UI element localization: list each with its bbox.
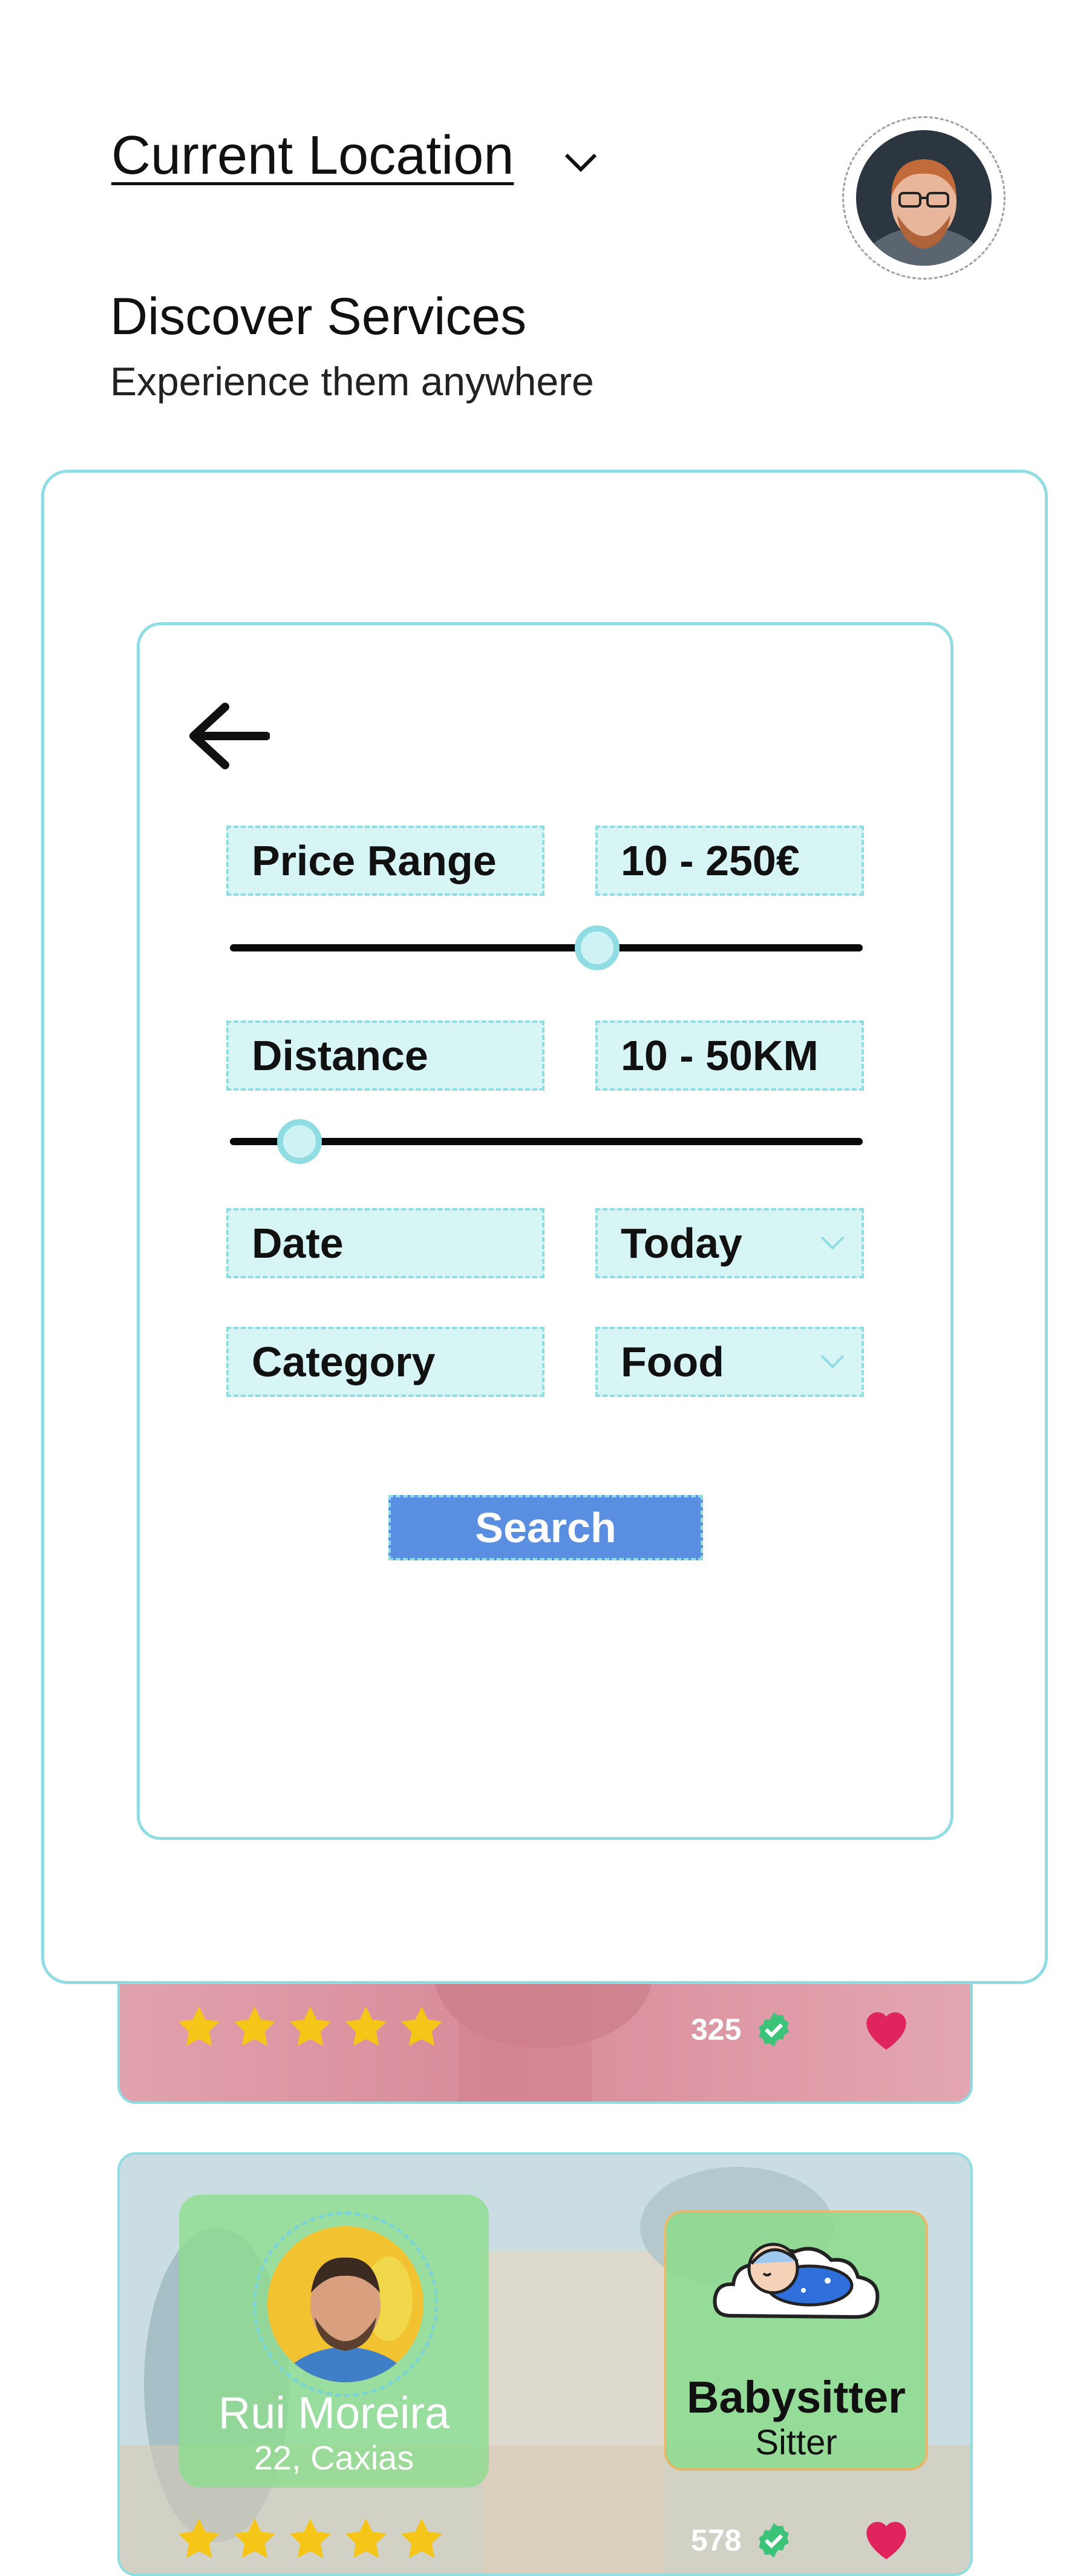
star-icon xyxy=(178,2006,220,2046)
service-type: Sitter xyxy=(755,2423,837,2462)
heart-icon[interactable] xyxy=(859,2003,914,2052)
provider-avatar[interactable] xyxy=(267,2226,424,2382)
search-button[interactable]: Search xyxy=(388,1495,703,1560)
provider-name: Rui Moreira xyxy=(218,2388,450,2438)
date-select-value: Today xyxy=(621,1220,742,1267)
star-icon xyxy=(345,2006,387,2046)
chevron-down-icon xyxy=(820,1236,845,1250)
price-range-label: Price Range xyxy=(226,826,544,896)
date-label: Date xyxy=(226,1208,544,1278)
verified-icon xyxy=(759,2012,789,2047)
distance-value[interactable]: 10 - 50KM xyxy=(595,1020,864,1091)
provider-location: 22, Caxias xyxy=(253,2439,414,2477)
price-range-slider-thumb[interactable] xyxy=(574,925,620,970)
star-icon xyxy=(401,2006,443,2046)
distance-label: Distance xyxy=(226,1020,544,1091)
review-count: 325 xyxy=(691,2012,742,2046)
category-select[interactable]: Food xyxy=(595,1327,864,1397)
verified-icon xyxy=(759,2523,789,2558)
back-arrow-icon[interactable] xyxy=(185,698,270,774)
rating-stars xyxy=(175,2003,445,2051)
star-icon xyxy=(401,2518,443,2558)
category-select-value: Food xyxy=(621,1338,725,1385)
chevron-down-icon[interactable] xyxy=(563,150,599,174)
star-icon xyxy=(345,2518,387,2558)
star-icon xyxy=(234,2518,276,2558)
distance-slider[interactable] xyxy=(230,1119,863,1164)
star-icon xyxy=(289,2518,332,2558)
chevron-down-icon xyxy=(820,1355,845,1368)
service-name: Babysitter xyxy=(687,2372,906,2422)
user-avatar[interactable] xyxy=(856,130,992,266)
price-range-slider[interactable] xyxy=(230,925,863,970)
baby-cloud-icon xyxy=(713,2242,880,2319)
heart-icon[interactable] xyxy=(859,2513,914,2561)
page-title: Discover Services xyxy=(110,288,527,346)
star-icon xyxy=(289,2006,332,2046)
price-range-value[interactable]: 10 - 250€ xyxy=(595,826,864,896)
rating-stars xyxy=(175,2515,445,2563)
star-icon xyxy=(234,2006,276,2046)
star-icon xyxy=(178,2518,220,2558)
distance-slider-thumb[interactable] xyxy=(277,1119,322,1164)
category-label: Category xyxy=(226,1327,544,1397)
review-count: 578 xyxy=(691,2523,742,2557)
current-location-selector[interactable]: Current Location xyxy=(111,125,514,187)
page-subtitle: Experience them anywhere xyxy=(110,359,594,404)
date-select[interactable]: Today xyxy=(595,1208,864,1278)
